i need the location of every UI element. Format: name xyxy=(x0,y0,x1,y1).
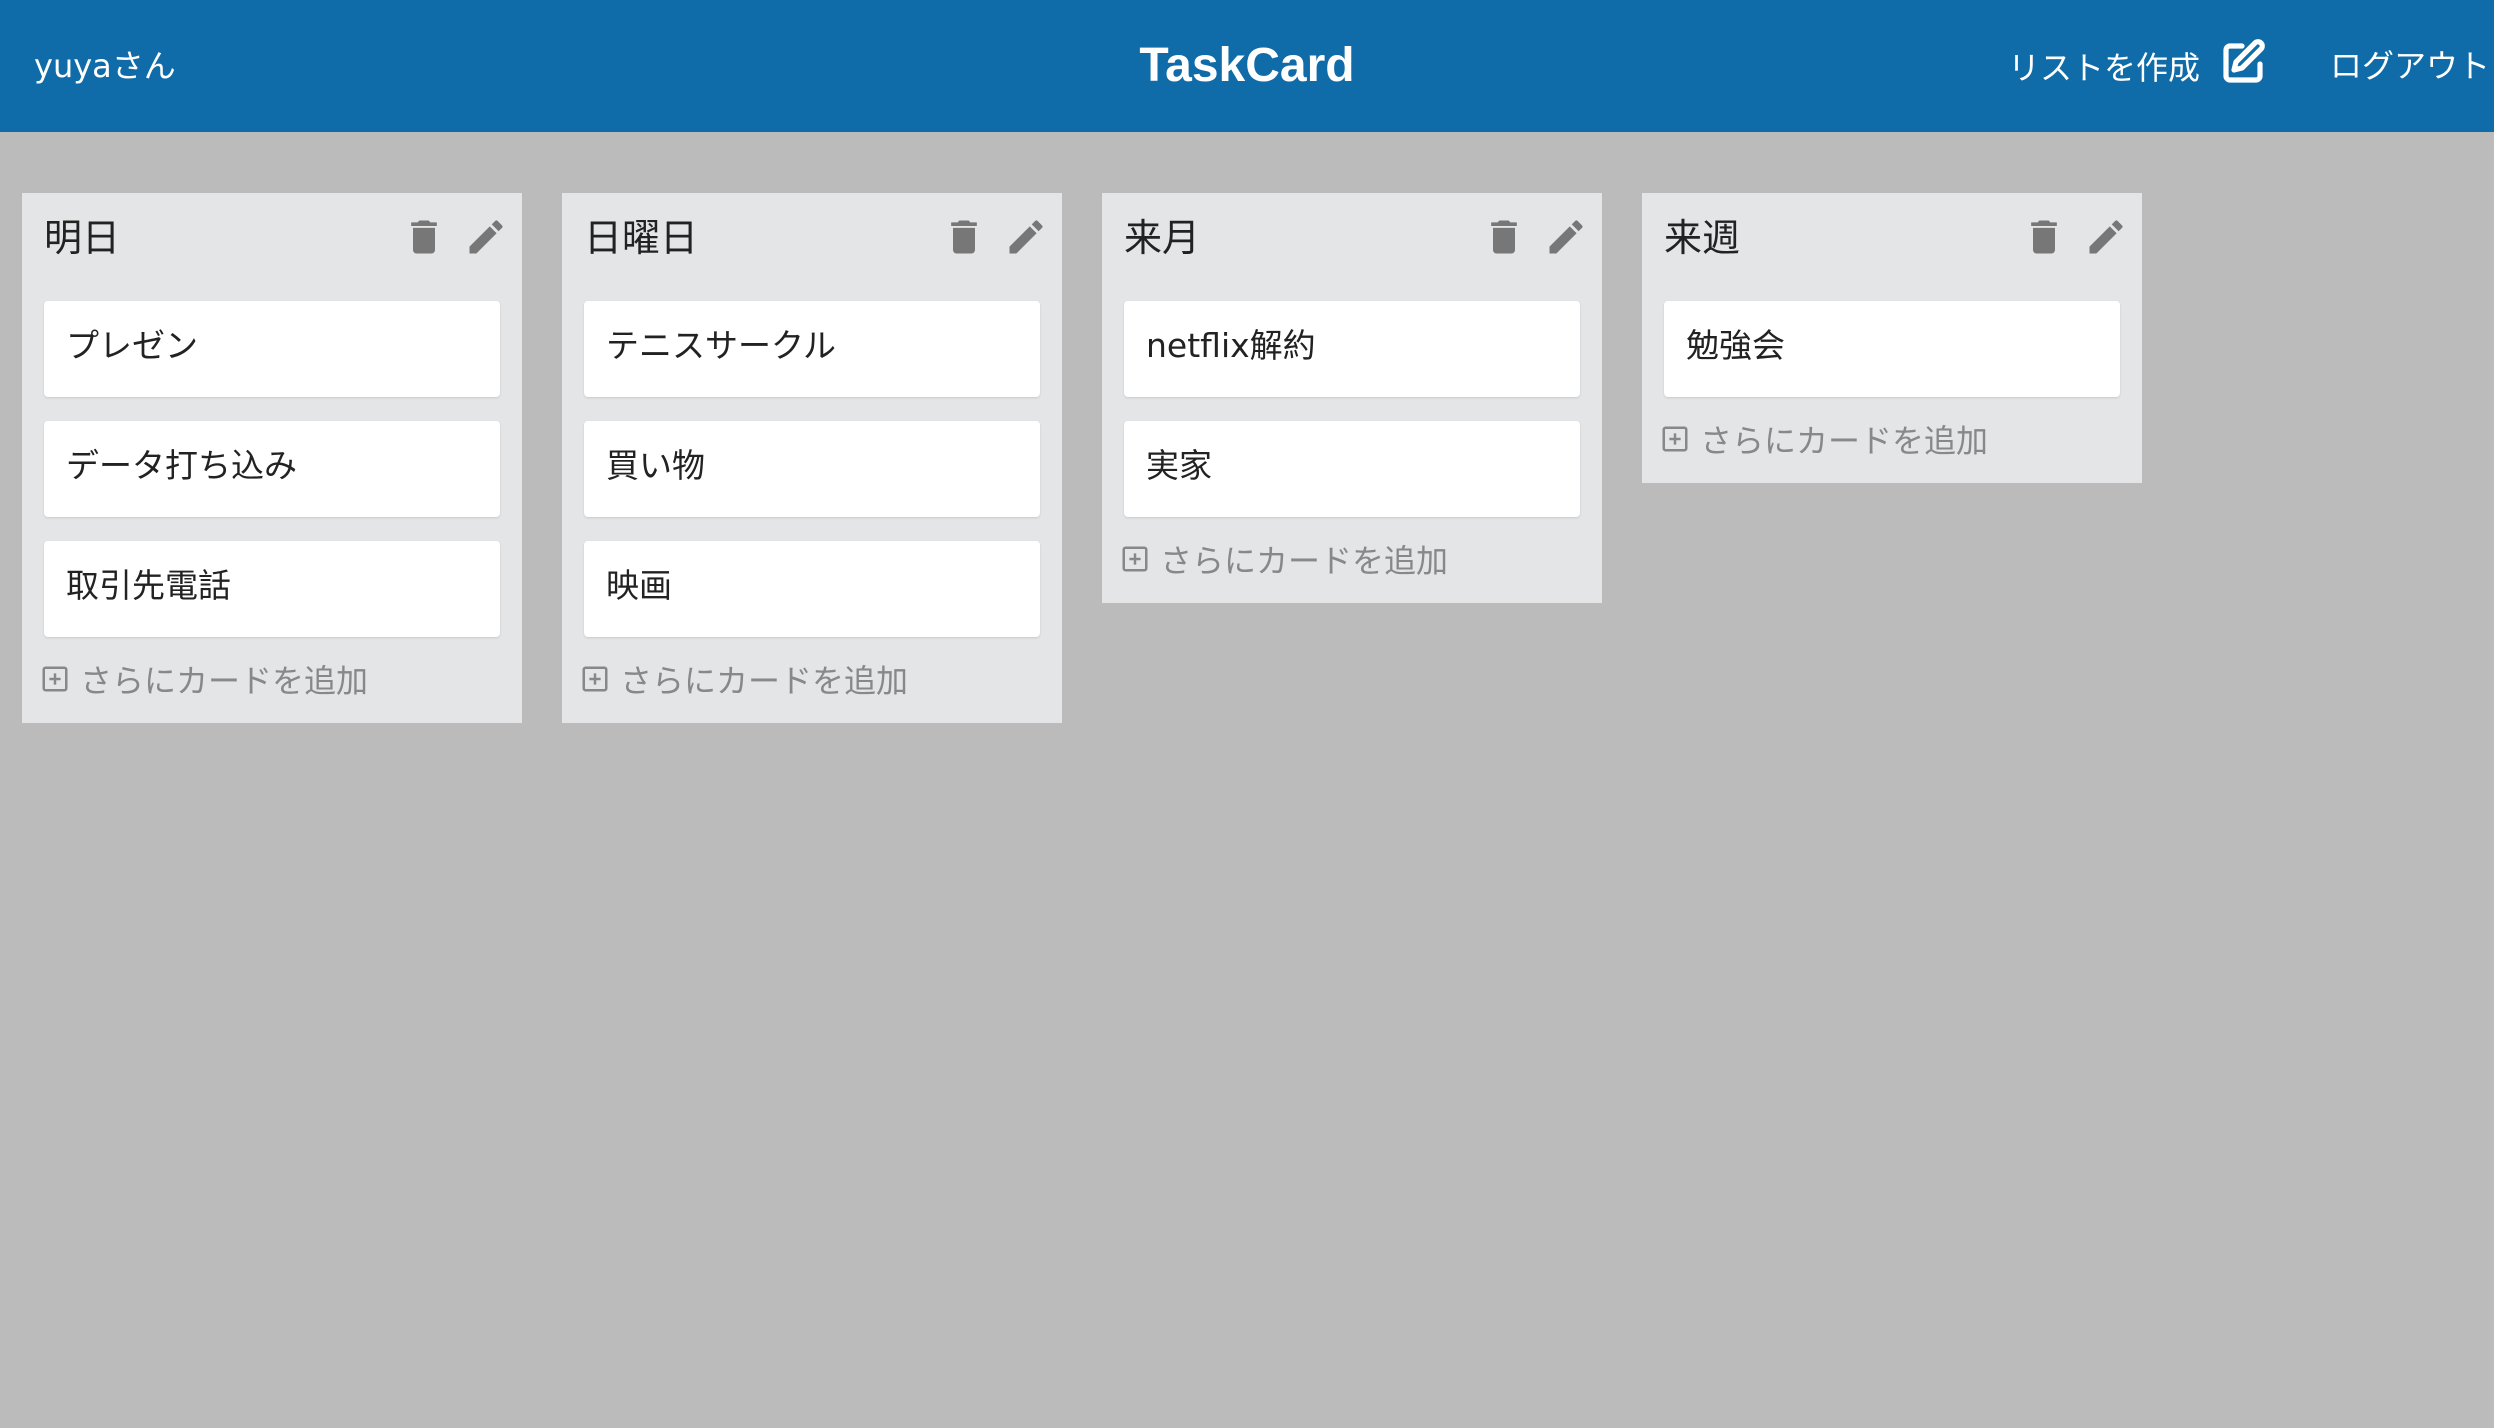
list-header: 来月 xyxy=(1102,193,1602,301)
task-card[interactable]: プレゼン xyxy=(44,301,500,397)
logout-button[interactable]: ログアウト xyxy=(2330,0,2490,132)
list-header: 明日 xyxy=(22,193,522,301)
add-card-button[interactable]: さらにカードを追加 xyxy=(40,657,522,701)
task-card[interactable]: データ打ち込み xyxy=(44,421,500,517)
task-card[interactable]: netflix解約 xyxy=(1124,301,1580,397)
user-name: yuyaさん xyxy=(34,47,176,85)
plus-square-icon xyxy=(580,664,610,694)
trash-icon[interactable] xyxy=(942,215,986,259)
task-card[interactable]: 買い物 xyxy=(584,421,1040,517)
list-title: 来週 xyxy=(1664,216,1741,260)
task-list: 来週勉強会さらにカードを追加 xyxy=(1642,193,2142,483)
add-card-label: さらにカードを追加 xyxy=(80,662,369,700)
create-list-label: リストを作成 xyxy=(2008,49,2201,87)
task-list: 明日プレゼンデータ打ち込み 取引先電話さらにカードを追加 xyxy=(22,193,522,723)
pencil-icon[interactable] xyxy=(2084,215,2128,259)
list-header: 日曜日 xyxy=(562,193,1062,301)
trash-icon[interactable] xyxy=(402,215,446,259)
list-title: 明日 xyxy=(44,216,121,260)
add-card-button[interactable]: さらにカードを追加 xyxy=(580,657,1062,701)
task-card[interactable]: 映画 xyxy=(584,541,1040,637)
task-card[interactable]: 勉強会 xyxy=(1664,301,2120,397)
trash-icon[interactable] xyxy=(1482,215,1526,259)
create-list-button[interactable]: リストを作成 xyxy=(2008,0,2268,132)
trash-icon[interactable] xyxy=(2022,215,2066,259)
add-card-button[interactable]: さらにカードを追加 xyxy=(1660,417,2142,461)
list-header: 来週 xyxy=(1642,193,2142,301)
pencil-icon[interactable] xyxy=(1544,215,1588,259)
app-header: yuyaさん TaskCard リストを作成 ログアウト xyxy=(0,0,2494,132)
task-card[interactable]: 実家 xyxy=(1124,421,1580,517)
add-card-label: さらにカードを追加 xyxy=(1700,422,1989,460)
pencil-icon[interactable] xyxy=(1004,215,1048,259)
list-title: 来月 xyxy=(1124,216,1201,260)
plus-square-icon xyxy=(1660,424,1690,454)
pencil-icon[interactable] xyxy=(464,215,508,259)
add-card-label: さらにカードを追加 xyxy=(620,662,909,700)
task-list: 日曜日テニスサークル 買い物映画さらにカードを追加 xyxy=(562,193,1062,723)
task-list: 来月 netflix解約 実家さらにカードを追加 xyxy=(1102,193,1602,603)
task-card[interactable]: 取引先電話 xyxy=(44,541,500,637)
plus-square-icon xyxy=(1120,544,1150,574)
edit-square-icon xyxy=(2220,38,2268,94)
task-card[interactable]: テニスサークル xyxy=(584,301,1040,397)
plus-square-icon xyxy=(40,664,70,694)
add-card-label: さらにカードを追加 xyxy=(1160,542,1449,580)
list-title: 日曜日 xyxy=(584,216,699,260)
add-card-button[interactable]: さらにカードを追加 xyxy=(1120,537,1602,581)
